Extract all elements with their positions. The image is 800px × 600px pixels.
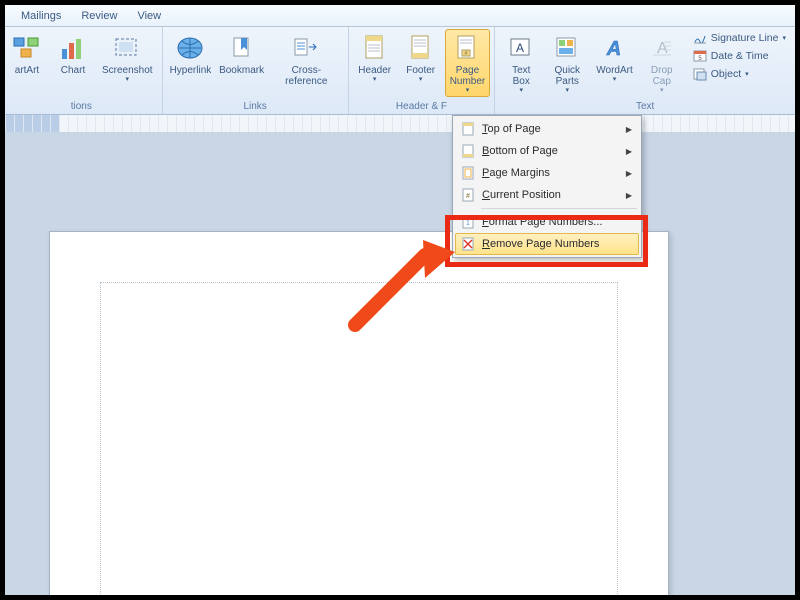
group-label-illustrations: tions [5,100,158,114]
menu-bottom-of-page[interactable]: Bottom of Page ▶ [455,140,639,162]
menu-remove-page-numbers[interactable]: Remove Page Numbers [455,233,639,255]
footer-button[interactable]: Footer ▾ [399,29,443,86]
format-page-numbers-icon: 1 [458,213,478,231]
group-label-headerfooter: Header & F [353,100,491,114]
smartart-icon [11,32,43,64]
page-number-button[interactable]: # Page Number ▾ [445,29,491,97]
tab-mailings[interactable]: Mailings [11,6,71,26]
footer-icon [405,32,437,64]
submenu-arrow-icon: ▶ [626,169,632,178]
dropcap-icon: A [646,32,678,64]
menu-separator [481,208,637,209]
group-label-links: Links [167,100,344,114]
page-number-menu: Top of Page ▶ Bottom of Page ▶ Page Marg… [452,115,642,258]
crossreference-button[interactable]: Cross-reference [269,29,344,90]
datetime-icon: 5 [693,49,707,63]
header-button[interactable]: Header ▾ [353,29,397,86]
hyperlink-button[interactable]: Hyperlink [167,29,215,79]
submenu-arrow-icon: ▶ [626,125,632,134]
margin-guide [100,282,618,595]
datetime-button[interactable]: 5 Date & Time [688,47,791,65]
chevron-down-icon: ▾ [520,86,524,94]
menu-format-page-numbers[interactable]: 1 Format Page Numbers... [455,211,639,233]
page-number-icon: # [451,32,483,64]
wordart-button[interactable]: A WordArt ▾ [591,29,638,86]
screenshot-button[interactable]: Screenshot ▾ [97,29,158,86]
submenu-arrow-icon: ▶ [626,147,632,156]
chart-button[interactable]: Chart [51,29,95,79]
svg-text:1: 1 [466,220,470,227]
top-of-page-icon [458,120,478,138]
document-page[interactable] [49,231,669,595]
horizontal-ruler[interactable] [5,115,795,133]
svg-text:A: A [605,38,620,60]
svg-text:A: A [657,40,668,57]
chevron-down-icon: ▾ [613,75,617,83]
ribbon-tabs: Mailings Review View [5,5,795,27]
dropcap-button[interactable]: A Drop Cap ▾ [640,29,684,97]
bottom-of-page-icon [458,142,478,160]
quickparts-icon [551,32,583,64]
header-icon [359,32,391,64]
hyperlink-icon [174,32,206,64]
chevron-down-icon: ▾ [419,75,423,83]
signature-line-button[interactable]: Signature Line ▾ [688,29,791,47]
document-area[interactable] [5,133,795,595]
chevron-down-icon: ▾ [466,86,470,94]
current-position-icon: # [458,186,478,204]
object-button[interactable]: Object ▾ [688,65,791,83]
chevron-down-icon: ▾ [745,70,749,78]
screenshot-icon [111,32,143,64]
svg-text:A: A [516,41,524,55]
bookmark-button[interactable]: Bookmark [216,29,267,79]
quickparts-button[interactable]: Quick Parts ▾ [545,29,589,97]
chevron-down-icon: ▾ [660,86,664,94]
svg-text:#: # [466,193,470,200]
ribbon: artArt Chart Screenshot ▾ tions [5,27,795,115]
textbox-icon: A [505,32,537,64]
menu-current-position[interactable]: # Current Position ▶ [455,184,639,206]
menu-top-of-page[interactable]: Top of Page ▶ [455,118,639,140]
smartart-button[interactable]: artArt [5,29,49,79]
wordart-icon: A [599,32,631,64]
chevron-down-icon: ▾ [566,86,570,94]
submenu-arrow-icon: ▶ [626,191,632,200]
chart-icon [57,32,89,64]
chevron-down-icon: ▾ [126,75,130,83]
chevron-down-icon: ▾ [782,34,786,42]
chevron-down-icon: ▾ [373,75,377,83]
tab-view[interactable]: View [127,6,171,26]
bookmark-icon [226,32,258,64]
page-margins-icon [458,164,478,182]
tab-review[interactable]: Review [71,6,127,26]
remove-page-numbers-icon [458,235,478,253]
textbox-button[interactable]: A Text Box ▾ [499,29,543,97]
object-icon [693,67,707,81]
crossreference-icon [290,32,322,64]
signature-icon [693,31,707,45]
group-label-text: Text [499,100,791,114]
menu-page-margins[interactable]: Page Margins ▶ [455,162,639,184]
